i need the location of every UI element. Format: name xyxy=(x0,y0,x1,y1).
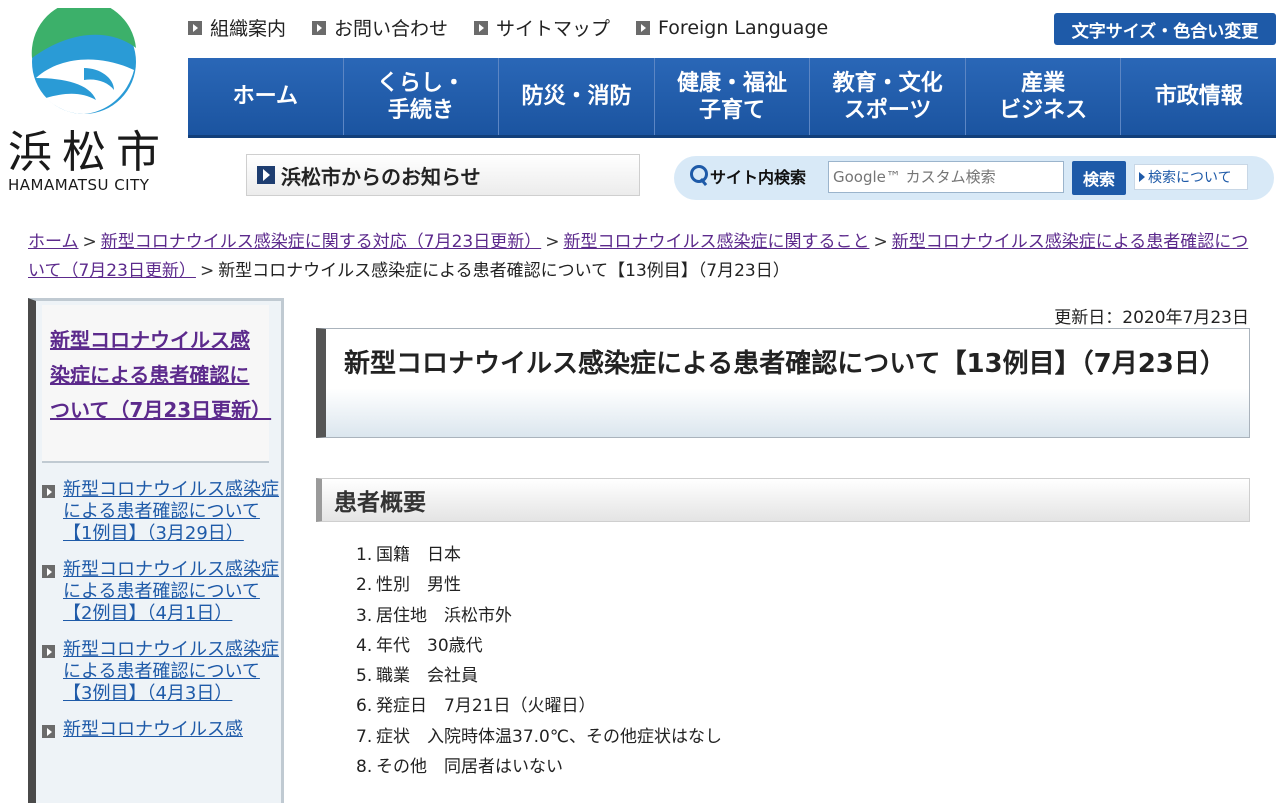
nav-business[interactable]: 産業 ビジネス xyxy=(964,58,1121,135)
nav-education[interactable]: 教育・文化 スポーツ xyxy=(809,58,965,135)
utility-link-organization[interactable]: 組織案内 xyxy=(188,14,286,41)
breadcrumb-current: 新型コロナウイルス感染症による患者確認について【13例目】（7月23日） xyxy=(218,261,790,281)
breadcrumb-separator: > xyxy=(199,261,215,281)
arrow-right-icon xyxy=(42,725,55,738)
list-item: 8. その他 同居者はいない xyxy=(356,757,563,778)
section-heading-box: 患者概要 xyxy=(316,478,1250,522)
updated-date: 更新日：2020年7月23日 xyxy=(1054,308,1249,328)
site-logo[interactable]: 浜松市 HAMAMATSU CITY xyxy=(0,0,180,200)
patient-facts-list: 1. 国籍 日本 2. 性別 男性 3. 居住地 浜松市外 4. 年代 30歳代 5. 職… xyxy=(356,540,722,782)
list-item: 5. 職業 会社員 xyxy=(356,666,478,687)
nav-home[interactable]: ホーム xyxy=(188,58,343,135)
font-size-color-button[interactable]: 文字サイズ・色合い変更 xyxy=(1054,13,1276,45)
sidebar: 新型コロナウイルス感染症による患者確認について（7月23日更新） 新型コロナウイ… xyxy=(28,298,284,803)
site-search-label: サイト内検索 xyxy=(690,164,806,188)
nav-disaster[interactable]: 防災・消防 xyxy=(498,58,654,135)
sidebar-item: 新型コロナウイルス感染症による患者確認について【1例目】（3月29日） xyxy=(42,479,280,545)
sidebar-item-link[interactable]: 新型コロナウイルス感染症による患者確認について【1例目】（3月29日） xyxy=(63,479,280,545)
breadcrumb-covid-matters[interactable]: 新型コロナウイルス感染症に関すること xyxy=(563,232,869,252)
logo-english: HAMAMATSU CITY xyxy=(8,176,150,194)
utility-links: 組織案内 お問い合わせ サイトマップ Foreign Language xyxy=(188,14,828,41)
page-title-box: 新型コロナウイルス感染症による患者確認について【13例目】（7月23日） xyxy=(316,328,1250,438)
arrow-right-icon xyxy=(312,20,327,35)
breadcrumb-covid-response[interactable]: 新型コロナウイルス感染症に関する対応（7月23日更新） xyxy=(101,232,541,252)
breadcrumb-separator: > xyxy=(545,232,560,252)
nav-health[interactable]: 健康・福祉 子育て xyxy=(653,58,810,135)
arrow-right-icon xyxy=(188,20,202,35)
utility-link-foreign-language[interactable]: Foreign Language xyxy=(636,14,828,41)
search-icon xyxy=(690,165,708,187)
triangle-right-icon xyxy=(1139,172,1145,182)
nav-living[interactable]: くらし・ 手続き xyxy=(342,58,499,135)
sidebar-heading: 新型コロナウイルス感染症による患者確認について（7月23日更新） xyxy=(42,305,271,463)
arrow-right-icon xyxy=(474,20,489,35)
sidebar-item: 新型コロナウイルス感 xyxy=(42,719,280,741)
breadcrumb: ホーム > 新型コロナウイルス感染症に関する対応（7月23日更新） > 新型コロナウイル… xyxy=(28,228,1252,286)
search-help-link[interactable]: 検索について xyxy=(1134,164,1248,190)
global-nav: ホーム くらし・ 手続き 防災・消防 健康・福祉 子育て 教育・文化 スポーツ … xyxy=(188,58,1277,138)
utility-link-sitemap[interactable]: サイトマップ xyxy=(474,14,610,41)
page-title: 新型コロナウイルス感染症による患者確認について【13例目】（7月23日） xyxy=(344,349,1226,379)
arrow-right-icon xyxy=(257,166,275,184)
list-item: 4. 年代 30歳代 xyxy=(356,635,483,656)
utility-link-contact[interactable]: お問い合わせ xyxy=(312,14,448,41)
search-button[interactable]: 検索 xyxy=(1072,161,1126,195)
sidebar-list: 新型コロナウイルス感染症による患者確認について【1例目】（3月29日） 新型コロ… xyxy=(42,479,280,755)
sidebar-item-link[interactable]: 新型コロナウイルス感染症による患者確認について【2例目】（4月1日） xyxy=(63,559,280,625)
search-input[interactable] xyxy=(828,161,1064,193)
city-emblem-icon xyxy=(31,8,136,114)
site-search: サイト内検索 検索 検索について xyxy=(674,156,1274,200)
nav-city-info[interactable]: 市政情報 xyxy=(1120,58,1277,135)
sidebar-item: 新型コロナウイルス感染症による患者確認について【2例目】（4月1日） xyxy=(42,559,280,625)
sidebar-item: 新型コロナウイルス感染症による患者確認について【3例目】（4月3日） xyxy=(42,639,280,705)
list-item: 1. 国籍 日本 xyxy=(356,545,461,565)
breadcrumb-separator: > xyxy=(873,232,888,252)
breadcrumb-home[interactable]: ホーム xyxy=(28,232,79,252)
sidebar-item-link[interactable]: 新型コロナウイルス感 xyxy=(63,719,243,741)
sidebar-item-link[interactable]: 新型コロナウイルス感染症による患者確認について【3例目】（4月3日） xyxy=(63,639,280,705)
list-item: 2. 性別 男性 xyxy=(356,575,461,596)
arrow-right-icon xyxy=(42,485,55,498)
city-news-label: 浜松市からのお知らせ xyxy=(281,164,481,189)
logo-kanji: 浜松市 xyxy=(8,127,170,178)
list-item: 6. 発症日 7月21日（火曜日） xyxy=(356,696,596,717)
list-item: 3. 居住地 浜松市外 xyxy=(356,605,512,626)
city-news-link[interactable]: 浜松市からのお知らせ xyxy=(246,154,640,196)
breadcrumb-separator: > xyxy=(82,232,97,252)
section-heading: 患者概要 xyxy=(334,490,426,516)
sidebar-heading-link[interactable]: 新型コロナウイルス感染症による患者確認について（7月23日更新） xyxy=(50,328,271,422)
list-item: 7. 症状 入院時体温37.0℃、その他症状はなし xyxy=(356,726,722,747)
arrow-right-icon xyxy=(42,565,55,578)
arrow-right-icon xyxy=(636,20,651,35)
arrow-right-icon xyxy=(42,645,55,658)
